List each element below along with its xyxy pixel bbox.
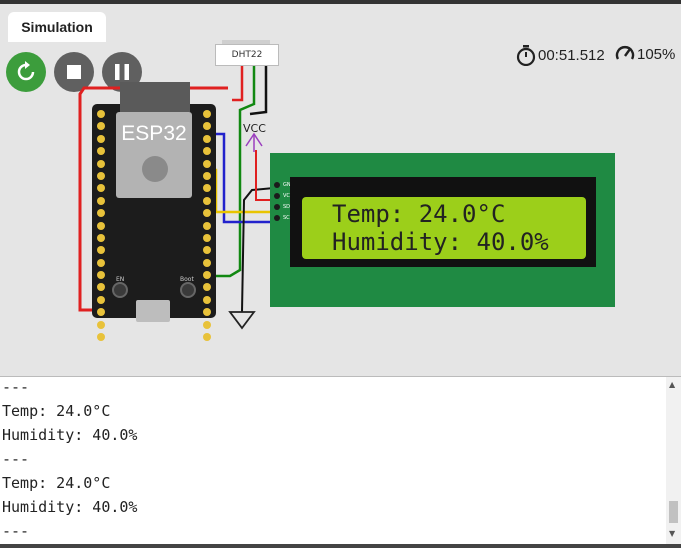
bottom-bar — [0, 544, 681, 548]
serial-line: Humidity: 40.0% — [2, 426, 138, 444]
lcd-bezel: Temp: 24.0°C Humidity: 40.0% — [290, 177, 596, 267]
speedometer-icon — [615, 46, 635, 60]
stop-icon — [67, 65, 81, 79]
vcc-label: VCC — [243, 122, 266, 135]
tab-simulation[interactable]: Simulation — [8, 12, 106, 42]
wire-blue-scl — [210, 132, 274, 224]
vcc-arrow — [245, 132, 263, 147]
serial-line: Temp: 24.0°C — [2, 474, 111, 492]
stop-button[interactable] — [54, 52, 94, 92]
ground-symbol — [228, 311, 256, 330]
boot-button[interactable] — [180, 282, 196, 298]
serial-line: --- — [2, 522, 30, 540]
boot-label: Boot — [180, 276, 194, 283]
wire-green-data — [210, 62, 256, 278]
scroll-up-icon[interactable]: ▲ — [669, 380, 675, 389]
serial-line: Humidity: 40.0% — [2, 498, 138, 516]
left-pin-header — [97, 110, 105, 342]
scroll-down-icon[interactable]: ▼ — [669, 529, 675, 538]
en-button[interactable] — [112, 282, 128, 298]
simulation-timer: 00:51.512 — [516, 44, 605, 66]
simulation-speed: 105% — [615, 44, 675, 64]
restart-icon — [17, 61, 35, 81]
right-pin-header — [203, 110, 211, 342]
lcd-1602[interactable]: GND VCC SDA SCL Temp: 24.0°C Humidity: 4… — [270, 153, 615, 307]
lcd-line-1: Temp: 24.0°C — [332, 200, 506, 228]
serial-line: --- — [2, 378, 30, 396]
esp32-label: ESP32 — [121, 122, 187, 145]
esp32-antenna — [120, 82, 190, 112]
dht22-sensor[interactable]: DHT22 — [215, 44, 279, 66]
speed-value: 105% — [637, 45, 676, 63]
top-bar — [0, 0, 681, 4]
scroll-thumb[interactable] — [669, 501, 678, 523]
esp32-module: ESP32 — [116, 112, 192, 198]
serial-output: --- Temp: 24.0°C Humidity: 40.0% --- Tem… — [2, 375, 137, 543]
serial-monitor[interactable]: --- Temp: 24.0°C Humidity: 40.0% --- Tem… — [0, 376, 681, 549]
serial-scrollbar[interactable]: ▲ ▼ — [666, 377, 681, 547]
en-label: EN — [116, 276, 125, 283]
lcd-screen: Temp: 24.0°C Humidity: 40.0% — [302, 197, 586, 259]
esp32-board[interactable]: ESP32 EN Boot — [92, 82, 216, 342]
timer-value: 00:51.512 — [538, 46, 605, 64]
restart-button[interactable] — [6, 52, 46, 92]
wire-dht-red — [232, 62, 244, 102]
wire-yellow-sda — [210, 168, 274, 214]
serial-line: --- — [2, 450, 30, 468]
espressif-logo-icon — [142, 156, 168, 182]
usb-port — [136, 300, 170, 322]
stopwatch-icon — [516, 45, 536, 66]
lcd-line-2: Humidity: 40.0% — [332, 228, 549, 256]
wire-black-dht — [249, 62, 268, 116]
pause-icon — [115, 64, 129, 80]
serial-line: Temp: 24.0°C — [2, 402, 111, 420]
